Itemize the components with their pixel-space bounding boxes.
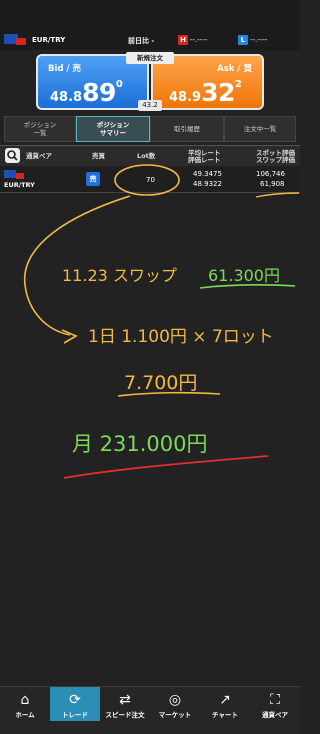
nav-currency-pair[interactable]: ⛶ 通貨ペア bbox=[250, 687, 300, 721]
position-tabs: ポジション 一覧 ポジション サマリー 取引履歴 注文中一覧 bbox=[0, 116, 300, 142]
tab-position-summary[interactable]: ポジション サマリー bbox=[76, 116, 150, 142]
tab-position-list[interactable]: ポジション 一覧 bbox=[4, 116, 76, 142]
note-monthly-total: 月 231.000円 bbox=[72, 432, 208, 456]
row-swap-evaluation: 61,908 bbox=[260, 180, 285, 188]
bottom-navigation: ⌂ ホーム ⟳ トレード ⇄ スピード注文 ◎ マーケット ↗ チャート ⛶ 通… bbox=[0, 686, 300, 734]
search-icon[interactable] bbox=[5, 148, 20, 163]
row-pair: EUR/TRY bbox=[4, 181, 35, 189]
prev-day-change: 前日比 - bbox=[128, 37, 155, 45]
bid-label: Bid / 売 bbox=[48, 64, 81, 74]
column-header-pair[interactable]: 通貨ペア bbox=[26, 153, 52, 160]
home-icon: ⌂ bbox=[20, 692, 30, 708]
swap-eval-underline-mark bbox=[255, 192, 300, 198]
note-daily-total: 7.700円 bbox=[124, 372, 198, 394]
arrow-head-mark bbox=[61, 329, 78, 344]
bid-price: 48.8890 bbox=[50, 78, 123, 107]
eu-flag-icon bbox=[4, 170, 16, 178]
table-header: 通貨ペア 売買 Lot数 平均レート 評価レート スポット評価 スワップ評価 bbox=[0, 145, 300, 167]
nav-home[interactable]: ⌂ ホーム bbox=[0, 687, 50, 721]
currency-pair-icon: ⛶ bbox=[270, 692, 280, 708]
high-badge: H bbox=[178, 35, 188, 45]
row-average-rate: 49.3475 bbox=[193, 170, 222, 178]
low-badge: L bbox=[238, 35, 248, 45]
row-lot: 70 bbox=[146, 176, 155, 184]
note-daily-swap: 1日 1.100円 × 7ロット bbox=[88, 327, 274, 347]
column-header-lot[interactable]: Lot数 bbox=[137, 153, 155, 160]
turkey-flag-icon bbox=[16, 173, 24, 179]
speed-order-icon: ⇄ bbox=[119, 692, 131, 708]
turkey-flag-icon bbox=[16, 38, 26, 45]
note-swap-amount: 61.300円 bbox=[208, 266, 280, 285]
nav-speed-order[interactable]: ⇄ スピード注文 bbox=[100, 687, 150, 721]
ask-label: Ask / 買 bbox=[217, 64, 252, 74]
column-header-side[interactable]: 売買 bbox=[92, 153, 105, 160]
column-header-evaluation[interactable]: スポット評価 スワップ評価 bbox=[256, 150, 295, 164]
row-evaluation-rate: 48.9322 bbox=[193, 180, 222, 188]
market-icon: ◎ bbox=[168, 692, 182, 708]
column-header-rates[interactable]: 平均レート 評価レート bbox=[188, 150, 221, 164]
spread-value: 43.2 bbox=[138, 100, 162, 111]
nav-trade[interactable]: ⟳ トレード bbox=[50, 687, 100, 721]
currency-pair-title[interactable]: EUR/TRY bbox=[32, 36, 65, 44]
row-side-badge: 売 bbox=[86, 172, 100, 186]
monthly-red-underline-mark bbox=[63, 455, 269, 479]
chart-icon: ↗ bbox=[219, 692, 231, 708]
new-order-button[interactable]: 新規注文 bbox=[126, 52, 174, 64]
nav-market[interactable]: ◎ マーケット bbox=[150, 687, 200, 721]
low-value: --.---- bbox=[250, 36, 268, 44]
note-swap-date: 11.23 スワップ bbox=[62, 266, 177, 285]
trade-icon: ⟳ bbox=[69, 692, 81, 708]
row-spot-evaluation: 106,746 bbox=[256, 170, 285, 178]
ask-price: 48.9322 bbox=[169, 78, 242, 107]
nav-chart[interactable]: ↗ チャート bbox=[200, 687, 250, 721]
tab-trade-history[interactable]: 取引履歴 bbox=[150, 116, 224, 142]
tab-open-orders[interactable]: 注文中一覧 bbox=[224, 116, 296, 142]
high-value: --.---- bbox=[190, 36, 208, 44]
table-row[interactable]: EUR/TRY 売 70 49.3475 48.9322 106,746 61,… bbox=[0, 166, 300, 193]
